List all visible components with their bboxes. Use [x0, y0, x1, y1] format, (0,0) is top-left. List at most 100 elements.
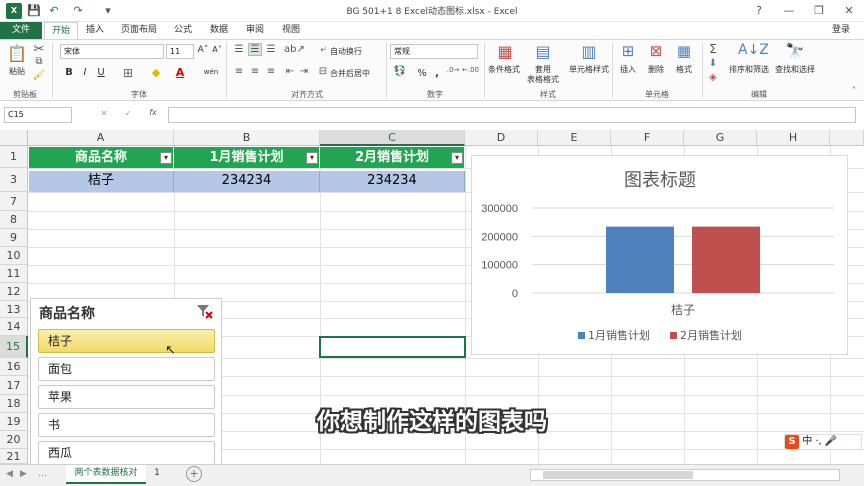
format-as-table-line2[interactable]: 表格格式 [520, 74, 566, 85]
tab-review[interactable]: 审阅 [240, 22, 270, 39]
row-header[interactable]: 12 [0, 283, 28, 301]
microphone-icon[interactable]: 🎤 [825, 436, 837, 447]
delete-cells-button[interactable]: 删除 [644, 64, 668, 75]
number-format-select[interactable]: 常规 [390, 44, 478, 59]
phonetic-button[interactable]: wén [202, 68, 220, 76]
horizontal-scrollbar[interactable] [530, 469, 840, 481]
row-header[interactable]: 9 [0, 229, 28, 247]
ime-punctuation[interactable]: ·, [815, 436, 821, 447]
underline-button[interactable]: U [95, 67, 107, 78]
slicer-item[interactable]: 西瓜 [38, 441, 215, 464]
scrollbar-thumb[interactable] [543, 471, 693, 479]
table-cell[interactable]: 234234 [174, 171, 320, 192]
help-icon[interactable]: ? [744, 0, 774, 22]
orientation-icon[interactable]: ab↗ [284, 44, 305, 55]
increase-decimal-icon[interactable]: .0→ [446, 66, 460, 74]
font-name-select[interactable]: 宋体 [60, 44, 164, 59]
align-right-icon[interactable]: ≡ [264, 66, 278, 77]
enter-icon[interactable]: ✓ [122, 109, 134, 118]
select-all-corner[interactable] [0, 130, 28, 146]
copy-icon[interactable]: ⧉ [32, 56, 46, 67]
paste-button[interactable]: 粘贴 [6, 66, 28, 77]
format-cells-button[interactable]: 格式 [672, 64, 696, 75]
find-select-button[interactable]: 查找和选择 [772, 64, 818, 75]
conditional-format-icon[interactable]: ▦ [494, 42, 516, 61]
clear-icon[interactable]: ◈ [706, 72, 720, 83]
row-header-selected[interactable]: 15 [0, 336, 28, 358]
tab-home[interactable]: 开始 [44, 22, 78, 39]
table-cell[interactable]: 234234 [320, 171, 465, 192]
collapse-ribbon-icon[interactable]: ˄ [848, 86, 860, 95]
grow-font-button[interactable]: A˄ [197, 45, 209, 55]
shrink-font-button[interactable]: A˅ [211, 45, 223, 54]
login-link[interactable]: 登录 [826, 22, 856, 39]
merge-center-button[interactable]: 合并后居中 [330, 68, 376, 79]
row-header[interactable]: 3 [0, 168, 28, 192]
sort-filter-button[interactable]: 排序和筛选 [726, 64, 772, 75]
increase-indent-icon[interactable]: ⇥ [298, 66, 310, 77]
tab-file[interactable]: 文件 [0, 22, 42, 39]
row-header[interactable]: 1 [0, 146, 28, 168]
fill-icon[interactable]: ⬇ [706, 58, 720, 69]
autosum-icon[interactable]: Σ [706, 42, 720, 56]
format-painter-icon[interactable]: 🖌 [32, 70, 46, 81]
delete-cells-icon[interactable]: ⊠ [646, 42, 666, 60]
tab-insert[interactable]: 插入 [80, 22, 110, 39]
accounting-format-icon[interactable]: 💱 [392, 66, 408, 77]
row-header[interactable]: 17 [0, 376, 28, 395]
sheet-nav-more-icon[interactable]: … [38, 469, 47, 479]
decrease-decimal-icon[interactable]: ←.00 [462, 66, 479, 74]
sheet-nav-next-icon[interactable]: ▶ [20, 469, 27, 479]
bold-button[interactable]: B [63, 67, 75, 78]
slicer-item[interactable]: 面包 [38, 357, 215, 381]
fill-color-button[interactable]: ◆ [148, 66, 164, 79]
column-header[interactable]: D [465, 130, 538, 146]
paste-icon[interactable]: 📋 [6, 44, 28, 64]
active-cell[interactable] [319, 336, 466, 358]
format-as-table-icon[interactable]: ▤ [532, 42, 554, 61]
row-header[interactable]: 21 [0, 449, 28, 464]
slicer[interactable]: 商品名称 桔子 面包 苹果 书 西瓜 ↖ [30, 298, 222, 464]
close-button[interactable]: ✕ [834, 0, 864, 22]
table-header-cell[interactable]: 1月销售计划 ▾ [174, 147, 320, 168]
insert-cells-button[interactable]: 插入 [616, 64, 640, 75]
cell-styles-button[interactable]: 单元格样式 [564, 64, 614, 75]
restore-button[interactable]: ❐ [804, 0, 834, 22]
column-header[interactable]: G [684, 130, 757, 146]
align-left-icon[interactable]: ≡ [232, 66, 246, 77]
table-header-cell[interactable]: 2月销售计划 ▾ [320, 147, 465, 168]
table-cell[interactable]: 桔子 [29, 171, 174, 192]
sort-filter-icon[interactable]: A↓Z [738, 42, 769, 58]
column-header[interactable]: E [538, 130, 611, 146]
align-middle-icon[interactable]: ☰ [248, 43, 262, 56]
filter-dropdown-icon[interactable]: ▾ [160, 152, 172, 164]
sheet-nav-prev-icon[interactable]: ◀ [6, 469, 13, 479]
formula-input[interactable] [168, 107, 856, 123]
ime-mode[interactable]: 中 [802, 436, 812, 447]
row-header[interactable]: 11 [0, 265, 28, 283]
percent-button[interactable]: % [416, 68, 428, 79]
name-box[interactable]: C15 [4, 107, 72, 123]
row-header[interactable]: 16 [0, 358, 28, 376]
italic-button[interactable]: I [79, 67, 91, 78]
comma-button[interactable]: , [432, 68, 442, 79]
tab-page-layout[interactable]: 页面布局 [114, 22, 164, 39]
row-header[interactable]: 13 [0, 301, 28, 318]
slicer-item[interactable]: 苹果 [38, 385, 215, 409]
cancel-icon[interactable]: ✕ [98, 109, 110, 118]
add-sheet-button[interactable]: + [186, 466, 202, 482]
merge-center-icon[interactable]: ⊟ [316, 66, 330, 77]
align-top-icon[interactable]: ☰ [232, 44, 246, 55]
column-header-selected[interactable]: C [320, 130, 465, 146]
insert-cells-icon[interactable]: ⊞ [618, 42, 638, 60]
filter-dropdown-icon[interactable]: ▾ [451, 152, 463, 164]
row-header[interactable]: 7 [0, 192, 28, 211]
format-cells-icon[interactable]: ▦ [674, 42, 694, 60]
font-color-button[interactable]: A [172, 66, 188, 79]
cut-icon[interactable]: ✂ [32, 42, 46, 57]
column-header[interactable]: B [174, 130, 320, 146]
chart-title[interactable]: 图表标题 [624, 170, 696, 190]
align-center-icon[interactable]: ≡ [248, 66, 262, 77]
column-header[interactable]: F [611, 130, 684, 146]
row-header[interactable]: 18 [0, 395, 28, 413]
